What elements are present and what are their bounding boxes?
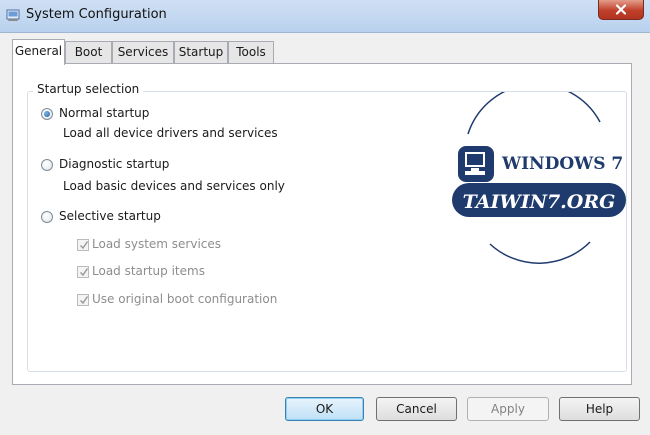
watermark-logo: WINDOWS 7 TAIWIN7.ORG [452,92,626,264]
load-startup-items-label: Load startup items [92,264,205,278]
tab-startup[interactable]: Startup [174,41,228,63]
help-button[interactable]: Help [559,397,640,421]
group-title: Startup selection [33,82,144,96]
computer-icon [458,146,494,182]
tab-services[interactable]: Services [112,41,174,63]
use-original-boot-configuration-label: Use original boot configuration [92,292,278,306]
use-original-boot-configuration-checkbox[interactable] [77,294,89,306]
checkmark-icon [79,296,89,305]
apply-button[interactable]: Apply [467,397,549,421]
load-system-services-checkbox[interactable] [77,239,89,251]
normal-startup-radio[interactable] [41,108,53,120]
diagnostic-startup-label[interactable]: Diagnostic startup [59,157,169,171]
general-tab-panel: Startup selection Normal startup Load al… [12,63,632,385]
load-startup-items-checkbox[interactable] [77,266,89,278]
diagnostic-startup-description: Load basic devices and services only [63,179,285,193]
window-title: System Configuration [26,7,167,22]
checkmark-icon [79,241,89,250]
selective-startup-label[interactable]: Selective startup [59,209,161,223]
normal-startup-description: Load all device drivers and services [63,126,278,140]
tab-tools[interactable]: Tools [228,41,274,63]
client-area: General Boot Services Startup Tools Star… [0,33,650,435]
msconfig-icon [6,9,20,21]
checkmark-icon [79,268,89,277]
selective-startup-radio[interactable] [41,211,53,223]
diagnostic-startup-radio[interactable] [41,159,53,171]
ok-button[interactable]: OK [285,397,364,421]
watermark-line2: TAIWIN7.ORG [463,191,616,213]
close-button[interactable] [598,0,644,20]
title-bar[interactable]: System Configuration [0,0,650,33]
tab-general[interactable]: General [12,39,65,65]
tab-boot[interactable]: Boot [65,41,112,63]
load-system-services-label: Load system services [92,237,222,251]
close-icon [615,4,627,15]
cancel-button[interactable]: Cancel [376,397,457,421]
watermark-line1: WINDOWS 7 [501,154,623,174]
normal-startup-label[interactable]: Normal startup [59,106,149,120]
system-configuration-window: System Configuration General Boot Servic… [0,0,650,435]
